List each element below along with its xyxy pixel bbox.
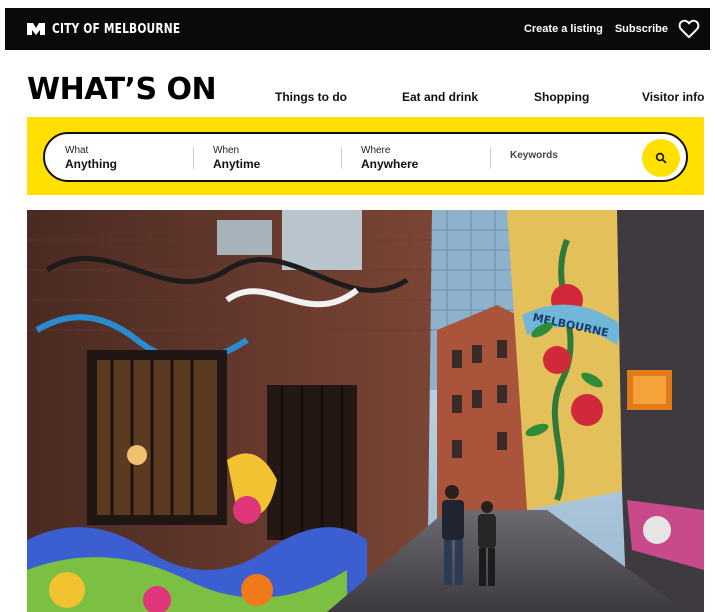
- where-value: Anywhere: [361, 157, 419, 171]
- hero-image: MELBOURNE: [27, 210, 704, 612]
- keywords-input[interactable]: Keywords: [510, 150, 558, 161]
- divider: [341, 147, 342, 169]
- where-filter[interactable]: Where Anywhere: [361, 134, 486, 180]
- divider: [490, 147, 491, 169]
- what-filter[interactable]: What Anything: [65, 134, 190, 180]
- nav-visitor-info[interactable]: Visitor info: [642, 90, 704, 104]
- heart-icon[interactable]: [678, 19, 700, 39]
- search-bar: What Anything When Anytime Where Anywher…: [43, 132, 688, 182]
- what-label: What: [65, 145, 89, 156]
- create-listing-link[interactable]: Create a listing: [524, 23, 603, 35]
- where-label: Where: [361, 145, 391, 156]
- when-label: When: [213, 145, 240, 156]
- subscribe-link[interactable]: Subscribe: [615, 23, 668, 35]
- what-value: Anything: [65, 157, 117, 171]
- when-filter[interactable]: When Anytime: [213, 134, 338, 180]
- when-value: Anytime: [213, 157, 261, 171]
- search-icon: [655, 152, 667, 164]
- search-band: What Anything When Anytime Where Anywher…: [27, 117, 704, 195]
- page-title: WHAT’S ON: [27, 72, 217, 107]
- nav-shopping[interactable]: Shopping: [534, 90, 589, 104]
- nav-eat-and-drink[interactable]: Eat and drink: [402, 90, 478, 104]
- search-button[interactable]: [642, 139, 680, 177]
- brand-name: CITY OF MELBOURNE: [52, 21, 181, 37]
- divider: [193, 147, 194, 169]
- brand-logo[interactable]: CITY OF MELBOURNE: [27, 22, 208, 37]
- m-logo-icon: [27, 23, 45, 35]
- top-bar: CITY OF MELBOURNE Create a listing Subsc…: [5, 8, 710, 50]
- nav-things-to-do[interactable]: Things to do: [275, 90, 347, 104]
